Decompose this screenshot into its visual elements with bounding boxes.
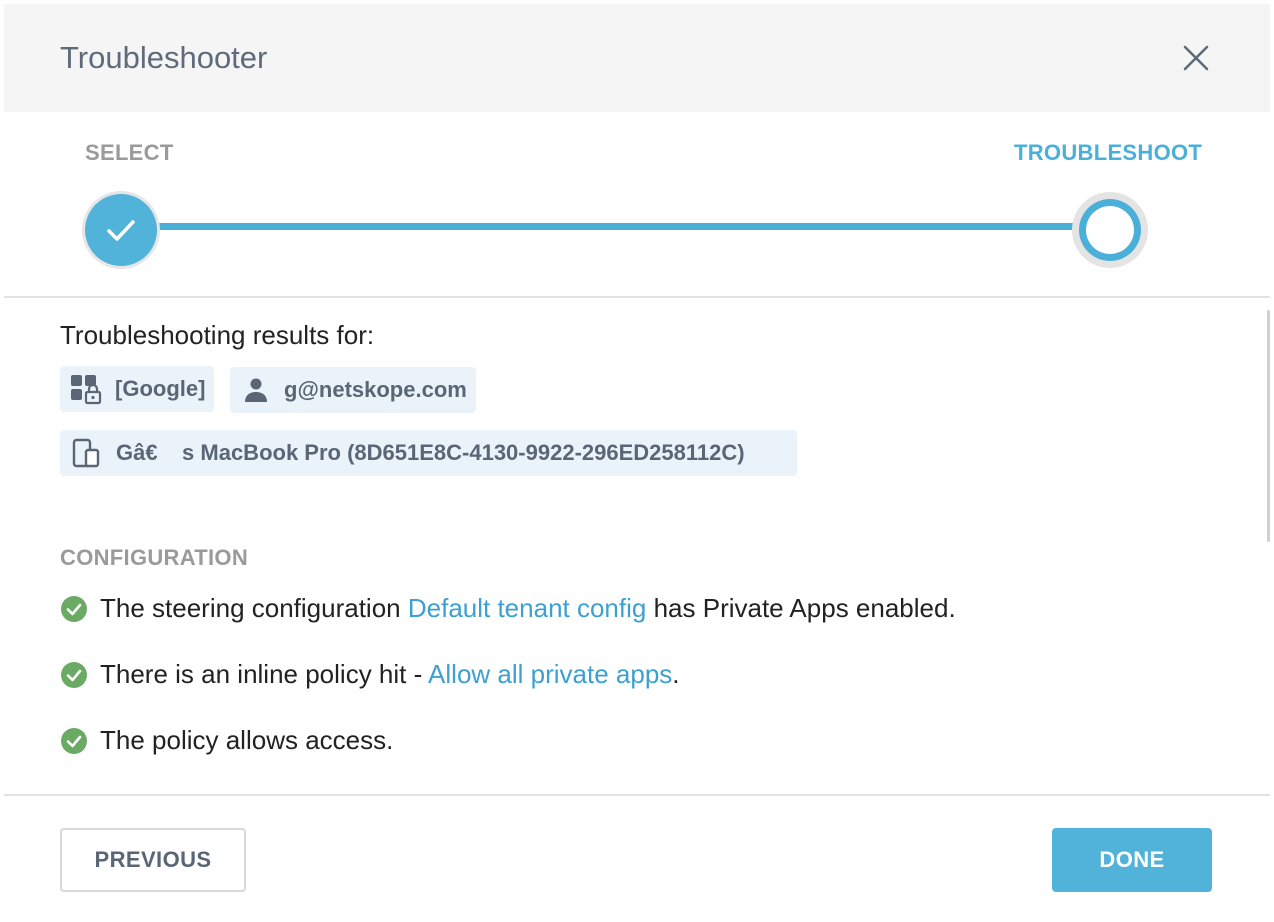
allow-all-private-apps-link[interactable]: Allow all private apps	[428, 659, 672, 689]
config-check-text: The steering configuration Default tenan…	[100, 593, 956, 623]
troubleshooter-dialog: Troubleshooter SELECT TROUBLESHOOT Troub…	[4, 4, 1270, 918]
app-lock-icon	[71, 375, 102, 405]
device-chip-label: Gâ€ s MacBook Pro (8D651E8C-4130-9922-29…	[116, 440, 745, 465]
close-button[interactable]	[1178, 40, 1214, 76]
app-chip: [Google]	[60, 366, 214, 412]
results-title: Troubleshooting results for:	[60, 320, 375, 350]
device-chip: Gâ€ s MacBook Pro (8D651E8C-4130-9922-29…	[60, 430, 797, 476]
policy-allows-text: The policy allows access.	[100, 725, 394, 755]
check-circle-icon	[61, 595, 87, 622]
user-icon	[245, 378, 267, 402]
check-circle-icon	[61, 661, 87, 688]
policy-hit-row: There is an inline policy hit - Allow al…	[60, 659, 680, 690]
checkmark-icon	[107, 220, 135, 241]
close-icon	[1183, 45, 1209, 71]
default-tenant-config-link[interactable]: Default tenant config	[408, 593, 647, 623]
step-label-troubleshoot: TROUBLESHOOT	[1014, 140, 1203, 165]
step-label-select: SELECT	[85, 140, 174, 165]
configuration-label: CONFIGURATION	[60, 545, 249, 570]
stepper-progress-line	[134, 223, 1094, 230]
dialog-title: Troubleshooter	[60, 40, 268, 75]
app-chip-label: [Google]	[115, 376, 206, 401]
policy-allows-row: The policy allows access.	[60, 725, 393, 756]
device-icon	[72, 438, 100, 468]
divider-bottom	[4, 794, 1270, 796]
previous-button[interactable]: PREVIOUS	[60, 828, 246, 892]
check-circle-icon	[61, 727, 87, 754]
policy-hit-text: There is an inline policy hit - Allow al…	[100, 659, 680, 689]
step-select-completed[interactable]	[85, 194, 157, 266]
done-button[interactable]: DONE	[1052, 828, 1212, 892]
config-check-row: The steering configuration Default tenan…	[60, 593, 956, 624]
divider-top	[4, 296, 1270, 298]
step-troubleshoot-current	[1072, 192, 1148, 268]
dialog-header: Troubleshooter	[4, 4, 1270, 112]
user-chip-label: g@netskope.com	[284, 377, 467, 402]
user-chip: g@netskope.com	[230, 367, 476, 413]
scrollbar[interactable]	[1267, 310, 1270, 542]
